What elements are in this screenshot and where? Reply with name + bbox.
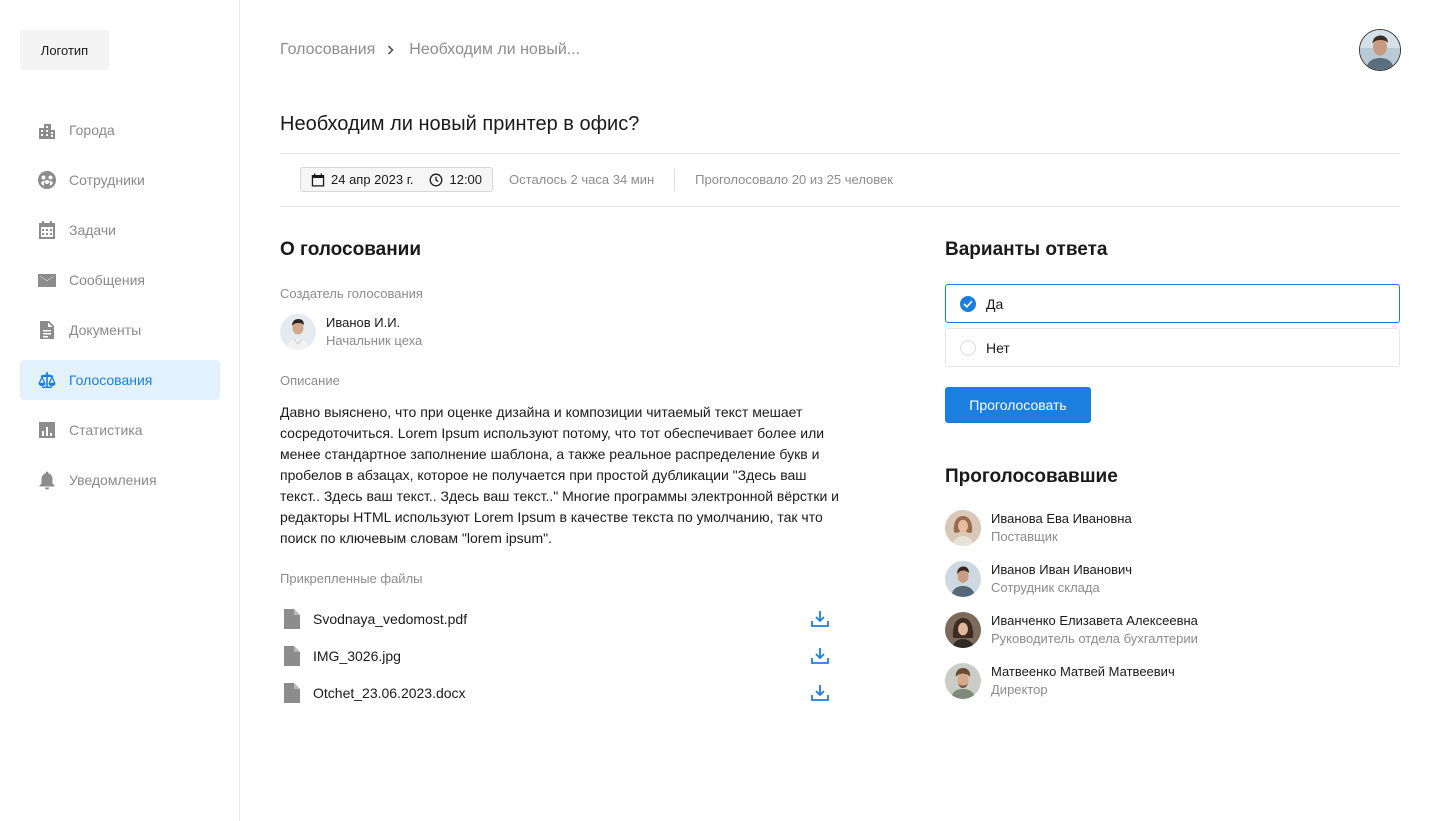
separator: [674, 168, 676, 191]
voter-name: Матвеенко Матвей Матвеевич: [991, 664, 1175, 679]
sidebar: Логотип Города Сотрудники Задачи Сообщен…: [0, 0, 240, 821]
file-item: Otchet_23.06.2023.docx: [280, 674, 830, 711]
voter-role: Поставщик: [991, 529, 1058, 544]
voter-name: Иванов Иван Иванович: [991, 562, 1133, 577]
vote-time: 12:00: [449, 172, 483, 187]
sidebar-item-tasks[interactable]: Задачи: [20, 210, 220, 250]
voted-count: Проголосовало 20 из 25 человек: [695, 172, 893, 187]
voter-avatar: [945, 561, 981, 597]
voter-name: Иванова Ева Ивановна: [991, 511, 1132, 526]
sidebar-item-label: Сотрудники: [69, 172, 145, 188]
voter-item: Иванова Ева Ивановна Поставщик: [945, 510, 1400, 561]
sidebar-item-votes[interactable]: Голосования: [20, 360, 220, 400]
sidebar-item-notifications[interactable]: Уведомления: [20, 460, 220, 500]
creator-name: Иванов И.И.: [326, 315, 401, 330]
divider: [280, 206, 1400, 207]
creator-role: Начальник цеха: [326, 333, 423, 348]
creator-avatar: [280, 314, 316, 350]
sidebar-item-label: Города: [69, 122, 115, 138]
voter-role: Директор: [991, 682, 1048, 697]
document-icon: [37, 320, 57, 340]
logo[interactable]: Логотип: [20, 30, 109, 70]
voter-item: Иванов Иван Иванович Сотрудник склада: [945, 561, 1400, 612]
answers-title: Варианты ответа: [945, 239, 1108, 260]
voter-item: Иванченко Елизавета Алексеевна Руководит…: [945, 612, 1400, 663]
voter-avatar: [945, 510, 981, 546]
sidebar-item-documents[interactable]: Документы: [20, 310, 220, 350]
calendar-icon: [37, 220, 57, 240]
bell-icon: [37, 470, 57, 490]
sidebar-item-label: Документы: [69, 322, 142, 338]
answer-options: Да Нет: [945, 284, 1400, 372]
sidebar-nav: Города Сотрудники Задачи Сообщения Докум…: [20, 110, 220, 510]
voter-name: Иванченко Елизавета Алексеевна: [991, 613, 1198, 628]
chevron-right-icon: [387, 45, 397, 55]
page-title: Необходим ли новый принтер в офис?: [280, 113, 640, 135]
sidebar-item-label: Задачи: [69, 222, 117, 238]
scales-icon: [37, 370, 57, 390]
file-name[interactable]: IMG_3026.jpg: [313, 648, 810, 664]
sidebar-item-label: Голосования: [69, 372, 153, 388]
city-icon: [37, 120, 57, 140]
date-time-box: 24 апр 2023 г. 12:00: [300, 167, 494, 192]
voter-avatar: [945, 663, 981, 699]
sidebar-item-label: Статистика: [69, 422, 143, 438]
vote-button[interactable]: Проголосовать: [945, 387, 1091, 423]
sidebar-item-label: Уведомления: [69, 472, 157, 488]
mail-icon: [37, 270, 57, 290]
creator: Иванов И.И. Начальник цеха: [280, 314, 422, 350]
file-icon: [284, 645, 300, 666]
radio-checked-icon[interactable]: [960, 295, 976, 312]
file-name[interactable]: Otchet_23.06.2023.docx: [313, 685, 810, 701]
radio-icon[interactable]: [960, 339, 976, 356]
vote-date: 24 апр 2023 г.: [331, 172, 414, 187]
sidebar-item-label: Сообщения: [69, 272, 145, 288]
breadcrumb-item-votes[interactable]: Голосования: [280, 41, 375, 59]
description: Давно выяснено, что при оценке дизайна и…: [280, 404, 840, 546]
answer-option-yes[interactable]: Да: [945, 284, 1400, 323]
answer-label: Нет: [986, 339, 1010, 356]
answer-option-no[interactable]: Нет: [945, 328, 1400, 367]
divider: [280, 153, 1400, 154]
file-list: Svodnaya_vedomost.pdf IMG_3026.jpg Otche…: [280, 600, 830, 711]
voter-list: Иванова Ева Ивановна Поставщик Иванов Ив…: [945, 510, 1400, 714]
voter-role: Руководитель отдела бухгалтерии: [991, 631, 1198, 646]
app: Логотип Города Сотрудники Задачи Сообщен…: [0, 0, 1440, 821]
file-item: IMG_3026.jpg: [280, 637, 830, 674]
file-icon: [284, 682, 300, 703]
answer-label: Да: [986, 295, 1004, 312]
voter-role: Сотрудник склада: [991, 580, 1100, 595]
sidebar-item-messages[interactable]: Сообщения: [20, 260, 220, 300]
vote-meta: 24 апр 2023 г. 12:00 Осталось 2 часа 34 …: [300, 167, 893, 192]
voters-title: Проголосовавшие: [945, 466, 1118, 487]
user-avatar[interactable]: [1359, 29, 1401, 71]
employees-icon: [37, 170, 57, 190]
file-icon: [284, 608, 300, 629]
download-icon[interactable]: [810, 646, 830, 666]
sidebar-item-cities[interactable]: Города: [20, 110, 220, 150]
creator-label: Создатель голосования: [280, 286, 423, 301]
sidebar-item-statistics[interactable]: Статистика: [20, 410, 220, 450]
voter-avatar: [945, 612, 981, 648]
files-label: Прикрепленные файлы: [280, 571, 423, 586]
chart-icon: [37, 420, 57, 440]
breadcrumb: Голосования Необходим ли новый...: [280, 39, 580, 61]
calendar-icon: [311, 173, 325, 186]
description-label: Описание: [280, 373, 340, 388]
time-remaining: Осталось 2 часа 34 мин: [509, 172, 655, 187]
download-icon[interactable]: [810, 683, 830, 703]
voter-item: Матвеенко Матвей Матвеевич Директор: [945, 663, 1400, 714]
file-name[interactable]: Svodnaya_vedomost.pdf: [313, 611, 810, 627]
clock-icon: [430, 173, 443, 186]
breadcrumb-item-current: Необходим ли новый...: [409, 41, 581, 58]
file-item: Svodnaya_vedomost.pdf: [280, 600, 830, 637]
download-icon[interactable]: [810, 609, 830, 629]
sidebar-item-employees[interactable]: Сотрудники: [20, 160, 220, 200]
about-title: О голосовании: [280, 239, 422, 260]
